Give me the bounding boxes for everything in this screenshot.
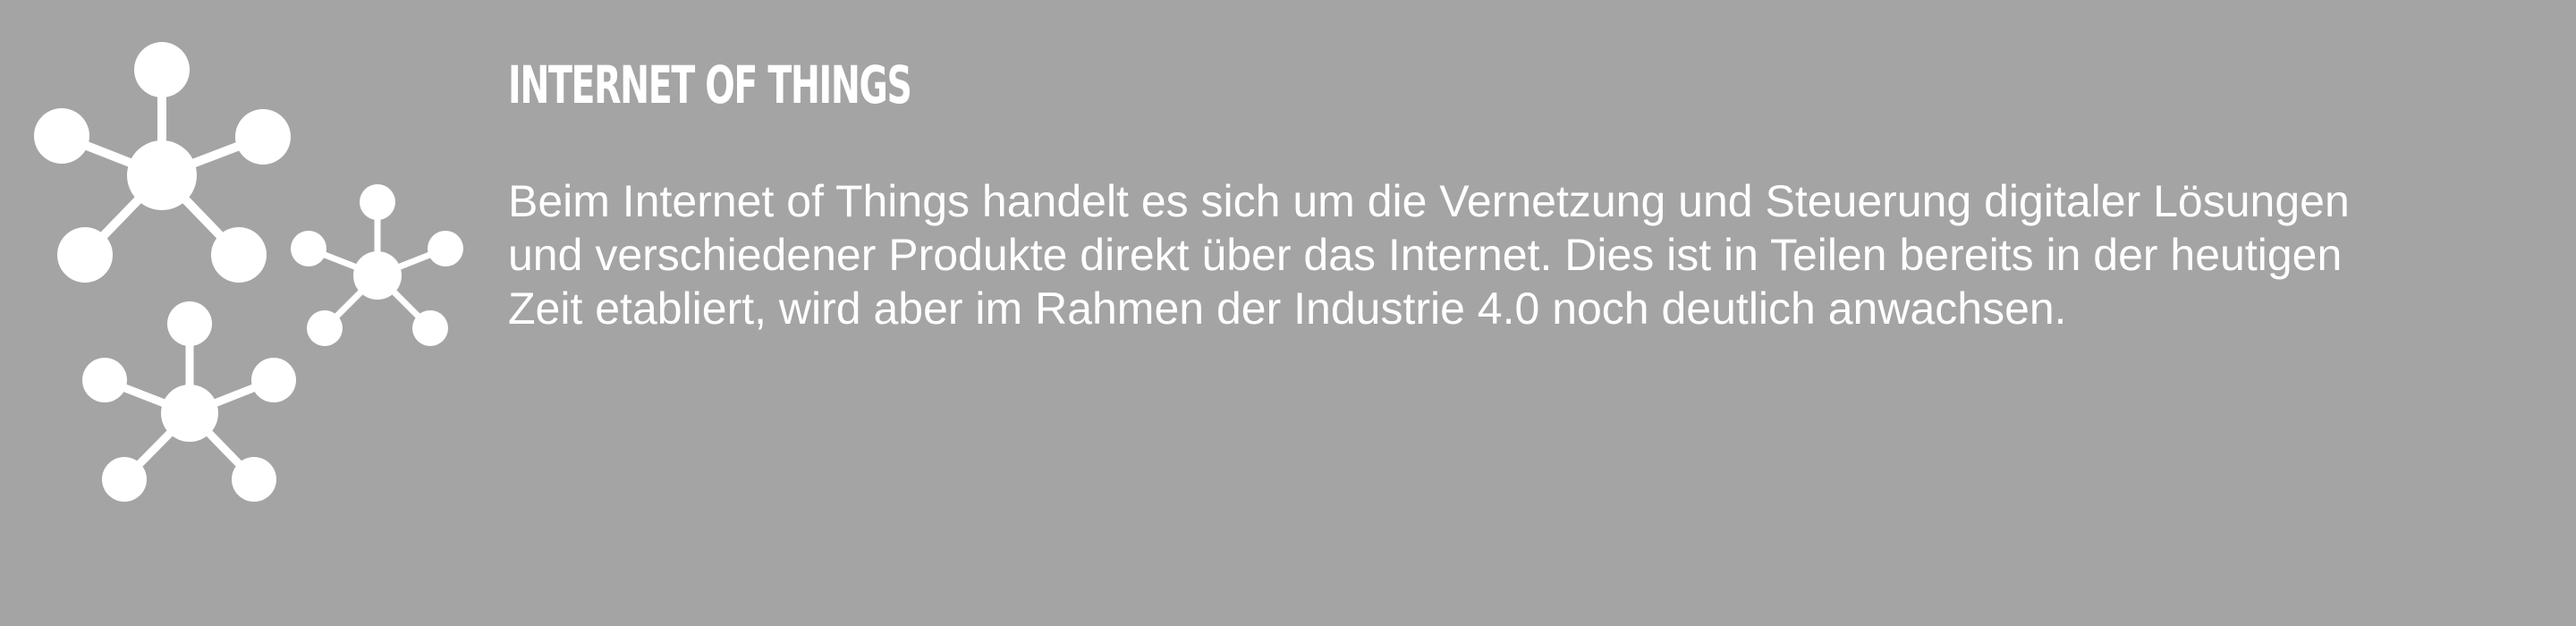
small-network-node-icon	[291, 184, 463, 346]
description-text: Beim Internet of Things handelt es sich …	[508, 175, 2350, 334]
large-network-node-icon	[34, 42, 291, 283]
network-nodes-icon	[0, 0, 501, 626]
content-block: INTERNET OF THINGS Beim Internet of Thin…	[508, 55, 2386, 335]
page-title: INTERNET OF THINGS	[508, 55, 912, 115]
medium-network-node-icon	[82, 301, 296, 502]
iot-banner: INTERNET OF THINGS Beim Internet of Thin…	[0, 0, 2576, 626]
